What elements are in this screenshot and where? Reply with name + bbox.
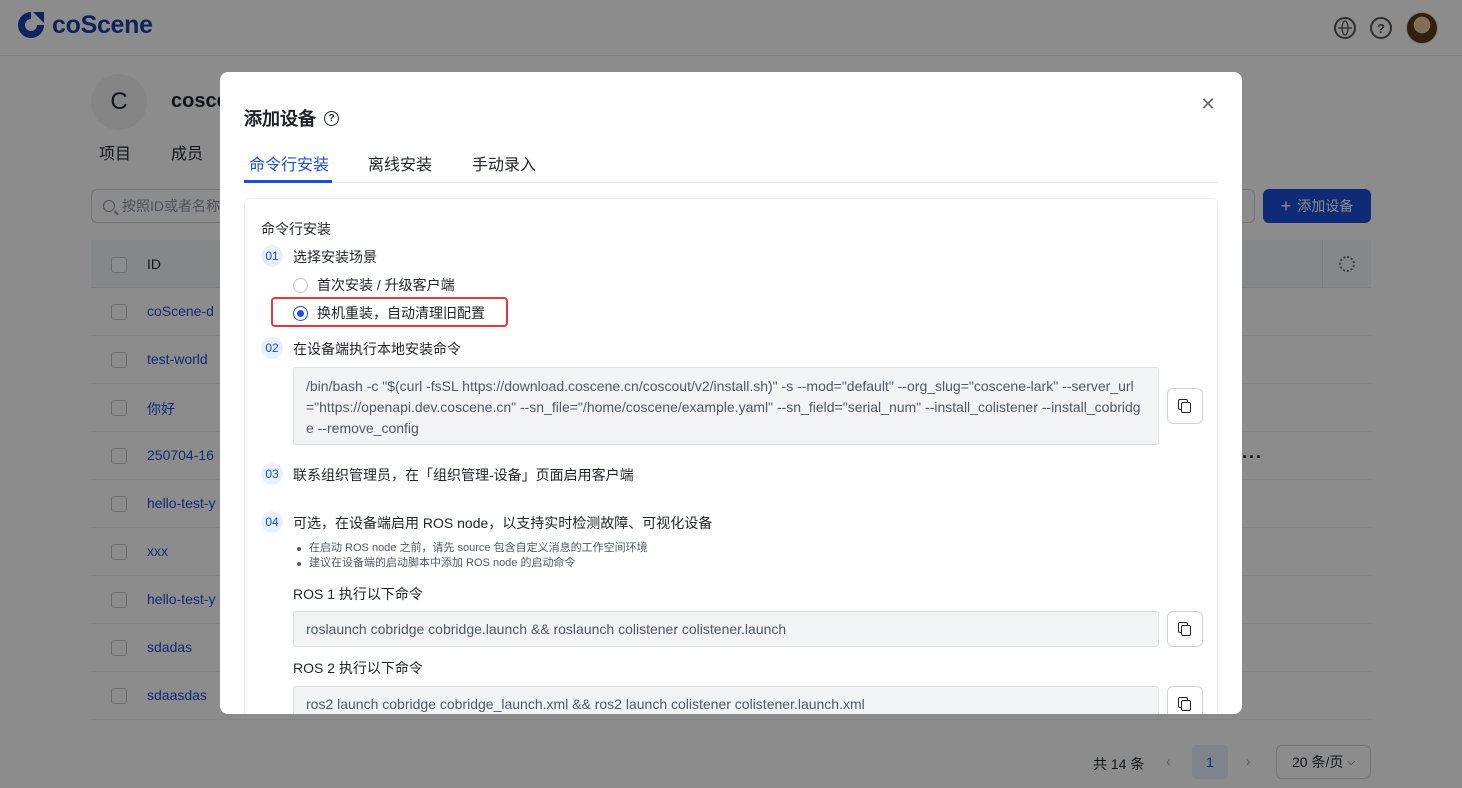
ros-notes: 在启动 ROS node 之前，请先 source 包含自定义消息的工作空间环境… <box>293 541 648 571</box>
tab-manual[interactable]: 手动录入 <box>472 151 536 175</box>
radio-button[interactable] <box>293 277 308 293</box>
modal-title: 添加设备 ? <box>244 105 339 131</box>
radio-label: 换机重装，自动清理旧配置 <box>317 305 485 321</box>
ros2-command-box[interactable]: ros2 launch cobridge cobridge_launch.xml… <box>293 686 1159 714</box>
copy-icon[interactable] <box>1167 388 1203 424</box>
radio-reinstall[interactable]: 换机重装，自动清理旧配置 <box>293 303 485 323</box>
step-badge-4: 04 <box>261 511 283 533</box>
ros-note: 建议在设备端的启动脚本中添加 ROS node 的启动命令 <box>293 556 648 571</box>
radio-first-install[interactable]: 首次安装 / 升级客户端 <box>293 275 455 295</box>
copy-icon[interactable] <box>1167 686 1203 714</box>
step-badge-2: 02 <box>261 337 283 359</box>
ros1-command-box[interactable]: roslaunch cobridge cobridge.launch && ro… <box>293 611 1159 647</box>
ros-note: 在启动 ROS node 之前，请先 source 包含自定义消息的工作空间环境 <box>293 541 648 556</box>
close-icon[interactable]: ✕ <box>1198 94 1218 114</box>
modal-title-text: 添加设备 <box>244 109 316 129</box>
radio-button-checked[interactable] <box>293 305 308 321</box>
add-device-modal: 添加设备 ? ✕ 命令行安装 离线安装 手动录入 命令行安装 01 选择安装场景… <box>220 72 1242 714</box>
ros2-label: ROS 2 执行以下命令 <box>293 660 423 676</box>
install-command-box[interactable]: /bin/bash -c "$(curl -fsSL https://downl… <box>293 367 1159 445</box>
step-1-text: 选择安装场景 <box>293 249 377 265</box>
step-2-text: 在设备端执行本地安装命令 <box>293 341 461 357</box>
active-tab-indicator <box>244 180 332 183</box>
question-icon[interactable]: ? <box>324 110 339 126</box>
ros1-label: ROS 1 执行以下命令 <box>293 586 423 602</box>
tab-command-line[interactable]: 命令行安装 <box>249 151 329 175</box>
step-badge-3: 03 <box>261 463 283 485</box>
step-3-text: 联系组织管理员，在「组织管理-设备」页面启用客户端 <box>293 467 634 483</box>
step-badge-1: 01 <box>261 245 283 267</box>
tab-panel: 命令行安装 01 选择安装场景 首次安装 / 升级客户端 换机重装，自动清理旧配… <box>244 198 1218 714</box>
radio-label: 首次安装 / 升级客户端 <box>317 277 455 293</box>
step-4-text: 可选，在设备端启用 ROS node，以支持实时检测故障、可视化设备 <box>293 515 713 531</box>
copy-icon[interactable] <box>1167 611 1203 647</box>
tab-offline[interactable]: 离线安装 <box>368 151 432 175</box>
install-card: 命令行安装 01 选择安装场景 首次安装 / 升级客户端 换机重装，自动清理旧配… <box>244 198 1218 714</box>
install-tabs: 命令行安装 离线安装 手动录入 <box>244 142 1218 183</box>
section-title: 命令行安装 <box>261 221 331 237</box>
